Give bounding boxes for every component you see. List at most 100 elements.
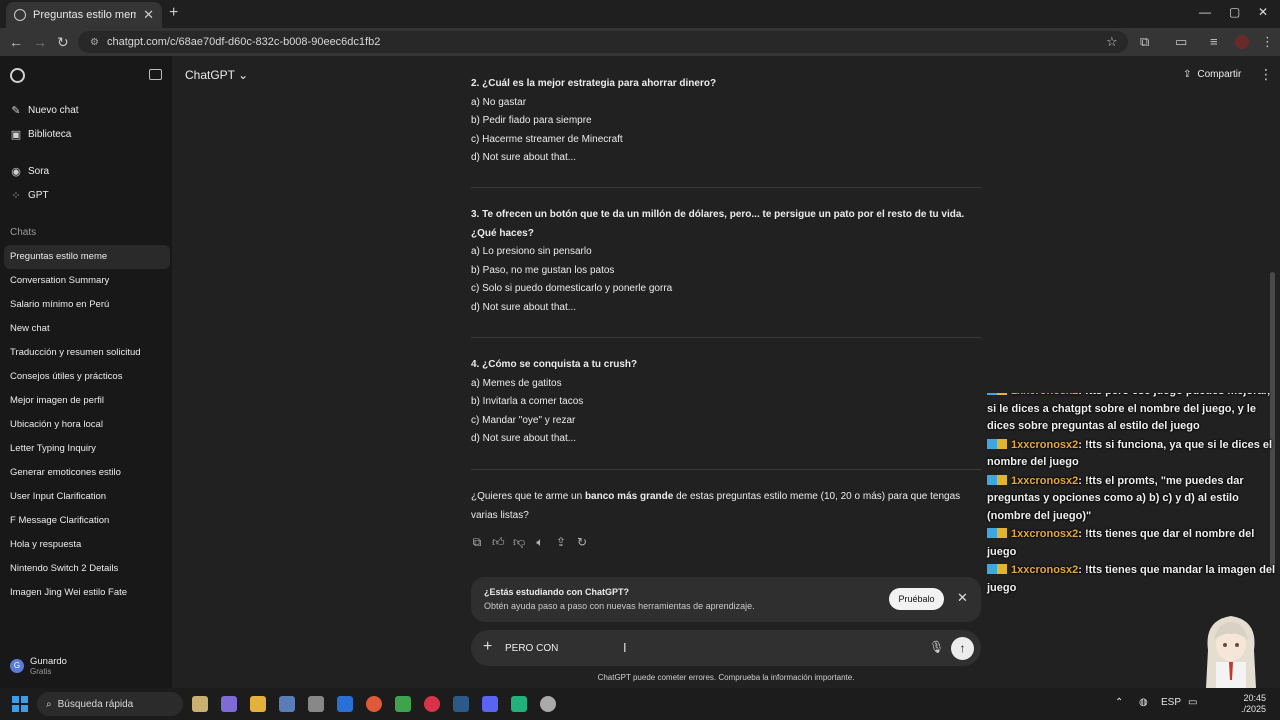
chats-heading: Chats bbox=[10, 227, 37, 238]
option: b) Pedir fiado para siempre bbox=[471, 115, 592, 127]
app-icon[interactable] bbox=[395, 696, 411, 712]
option: b) Paso, no me gustan los patos bbox=[471, 264, 615, 276]
more-options-icon[interactable]: ⋮ bbox=[1259, 66, 1273, 83]
chat-history-list: Preguntas estilo meme Conversation Summa… bbox=[4, 245, 170, 605]
maximize-icon[interactable]: ▢ bbox=[1229, 5, 1240, 19]
send-button[interactable]: ↑ bbox=[951, 637, 974, 660]
cast-icon[interactable]: ▭ bbox=[1175, 34, 1187, 50]
share-button[interactable]: ⇪ Compartir bbox=[1183, 69, 1241, 80]
back-icon[interactable]: ← bbox=[9, 34, 23, 50]
reload-icon[interactable]: ↻ bbox=[57, 34, 69, 51]
chat-history-item[interactable]: Hola y respuesta bbox=[4, 533, 170, 557]
divider bbox=[471, 187, 981, 188]
chatgpt-logo-icon[interactable] bbox=[10, 68, 25, 83]
taskbar-clock[interactable]: 20:45 ./2025 bbox=[1241, 693, 1266, 715]
try-it-button[interactable]: Pruébalo bbox=[889, 588, 944, 610]
user-avatar: G bbox=[10, 659, 24, 673]
network-icon[interactable]: ▭ bbox=[1188, 697, 1197, 708]
chat-history-item[interactable]: Ubicación y hora local bbox=[4, 413, 170, 437]
close-window-icon[interactable]: ✕ bbox=[1258, 5, 1268, 19]
badge-icon bbox=[987, 438, 997, 449]
share-message-icon[interactable]: ⇪ bbox=[555, 535, 567, 550]
chat-history-item[interactable]: Generar emoticones estilo bbox=[4, 461, 170, 485]
share-icon: ⇪ bbox=[1183, 69, 1192, 80]
sidebar-item-sora[interactable]: ◉ Sora bbox=[10, 165, 49, 178]
chrome-menu-icon[interactable]: ⋮ bbox=[1261, 34, 1274, 50]
banner-subtitle: Obtén ayuda paso a paso con nuevas herra… bbox=[484, 601, 755, 611]
app-icon[interactable] bbox=[337, 696, 353, 712]
settings-icon[interactable] bbox=[540, 696, 556, 712]
browser-tab-bar: Preguntas estilo meme ✕ + — ▢ ✕ bbox=[0, 0, 1280, 28]
browser-tab[interactable]: Preguntas estilo meme ✕ bbox=[6, 2, 162, 28]
app-icon[interactable] bbox=[308, 696, 324, 712]
sidebar-item-new-chat[interactable]: ✎ Nuevo chat bbox=[10, 104, 78, 117]
chat-history-item[interactable]: F Message Clarification bbox=[4, 509, 170, 533]
chat-history-item[interactable]: Conversation Summary bbox=[4, 269, 170, 293]
user-profile-button[interactable]: G Gunardo Gratis bbox=[10, 656, 67, 676]
chat-history-item[interactable]: Letter Typing Inquiry bbox=[4, 437, 170, 461]
user-name: Gunardo bbox=[30, 656, 67, 667]
chat-message: 1xxcronosx2: !tts si funciona, ya que si… bbox=[985, 437, 1280, 472]
discord-icon[interactable] bbox=[482, 696, 498, 712]
windows-start-icon[interactable] bbox=[12, 696, 28, 712]
media-icon[interactable]: ≡ bbox=[1210, 34, 1218, 49]
chevron-down-icon: ⌄ bbox=[238, 68, 249, 82]
extensions-icon[interactable]: ⧉ bbox=[1140, 34, 1149, 50]
chat-history-item[interactable]: Imagen Jing Wei estilo Fate bbox=[4, 581, 170, 605]
chat-history-item[interactable]: Nintendo Switch 2 Details bbox=[4, 557, 170, 581]
file-explorer-icon[interactable] bbox=[250, 696, 266, 712]
crown-icon bbox=[997, 528, 1007, 538]
prompt-input[interactable] bbox=[505, 639, 905, 657]
language-indicator[interactable]: ESP bbox=[1161, 697, 1181, 708]
sidebar-item-gpt[interactable]: ⁘ GPT bbox=[10, 189, 48, 202]
chat-message: 1xxcronosx2: !tts tienes que mandar la i… bbox=[985, 562, 1280, 597]
edit-icon: ✎ bbox=[11, 105, 21, 117]
address-bar[interactable]: ⚙ chatgpt.com/c/68ae70df-d60c-832c-b008-… bbox=[78, 31, 1128, 53]
new-tab-icon[interactable]: + bbox=[169, 4, 178, 22]
thumbs-down-icon[interactable]: 👎︎ bbox=[513, 535, 525, 550]
option: c) Mandar "oye" y rezar bbox=[471, 414, 576, 426]
store-icon[interactable] bbox=[279, 696, 295, 712]
widgets-icon[interactable] bbox=[192, 696, 208, 712]
chat-username: 1xxcronosx2 bbox=[1011, 438, 1079, 451]
chat-history-item[interactable]: Consejos útiles y prácticos bbox=[4, 365, 170, 389]
chrome-icon[interactable] bbox=[366, 696, 382, 712]
site-info-icon[interactable]: ⚙ bbox=[90, 37, 99, 48]
close-icon[interactable]: ✕ bbox=[957, 590, 968, 606]
minimize-icon[interactable]: — bbox=[1199, 5, 1211, 19]
bookmark-star-icon[interactable]: ☆ bbox=[1106, 34, 1118, 50]
plus-icon[interactable]: + bbox=[483, 638, 492, 656]
divider bbox=[471, 469, 981, 470]
chat-history-item[interactable]: User Input Clarification bbox=[4, 485, 170, 509]
chat-text: : !tts pero ese juego puedes mejorar, si… bbox=[987, 393, 1270, 432]
close-tab-icon[interactable]: ✕ bbox=[143, 7, 154, 23]
microphone-icon[interactable]: 🎙︎ bbox=[929, 640, 944, 654]
crown-icon bbox=[997, 438, 1007, 449]
question-block: 3. Te ofrecen un botón que te da un mill… bbox=[471, 206, 983, 318]
taskbar-search[interactable]: ⌕ Búsqueda rápida bbox=[37, 692, 183, 716]
forward-icon[interactable]: → bbox=[33, 34, 47, 50]
app-icon[interactable] bbox=[511, 696, 527, 712]
tray-app-icon[interactable]: ◍ bbox=[1139, 697, 1148, 708]
chat-history-item[interactable]: Traducción y resumen solicitud bbox=[4, 341, 170, 365]
chat-history-item[interactable]: New chat bbox=[4, 317, 170, 341]
chat-history-item[interactable]: Salario mínimo en Perú bbox=[4, 293, 170, 317]
chat-history-item[interactable]: Mejor imagen de perfil bbox=[4, 389, 170, 413]
regenerate-icon[interactable]: ↻ bbox=[576, 535, 588, 550]
steam-icon[interactable] bbox=[453, 696, 469, 712]
thumbs-up-icon[interactable]: 👍︎ bbox=[492, 535, 505, 550]
banner-title: ¿Estás estudiando con ChatGPT? bbox=[484, 587, 630, 597]
browser-toolbar: ← → ↻ ⚙ chatgpt.com/c/68ae70df-d60c-832c… bbox=[0, 28, 1280, 56]
model-selector[interactable]: ChatGPT ⌄ bbox=[185, 68, 248, 82]
copy-icon[interactable]: ⧉ bbox=[471, 535, 483, 550]
sidebar-toggle-icon[interactable] bbox=[149, 69, 162, 80]
chat-history-item[interactable]: Preguntas estilo meme bbox=[4, 245, 170, 269]
tray-chevron-icon[interactable]: ⌃ bbox=[1115, 697, 1123, 708]
chat-username: 1xxcronosx2 bbox=[1011, 564, 1079, 576]
profile-avatar-icon[interactable] bbox=[1235, 35, 1249, 49]
copilot-icon[interactable] bbox=[221, 696, 237, 712]
chat-message: 1xxcronosx2: !tts el promts, "me puedes … bbox=[985, 473, 1280, 526]
sidebar-item-library[interactable]: ▣ Biblioteca bbox=[10, 128, 72, 141]
read-aloud-icon[interactable]: 🔈︎ bbox=[534, 535, 546, 550]
app-icon[interactable] bbox=[424, 696, 440, 712]
